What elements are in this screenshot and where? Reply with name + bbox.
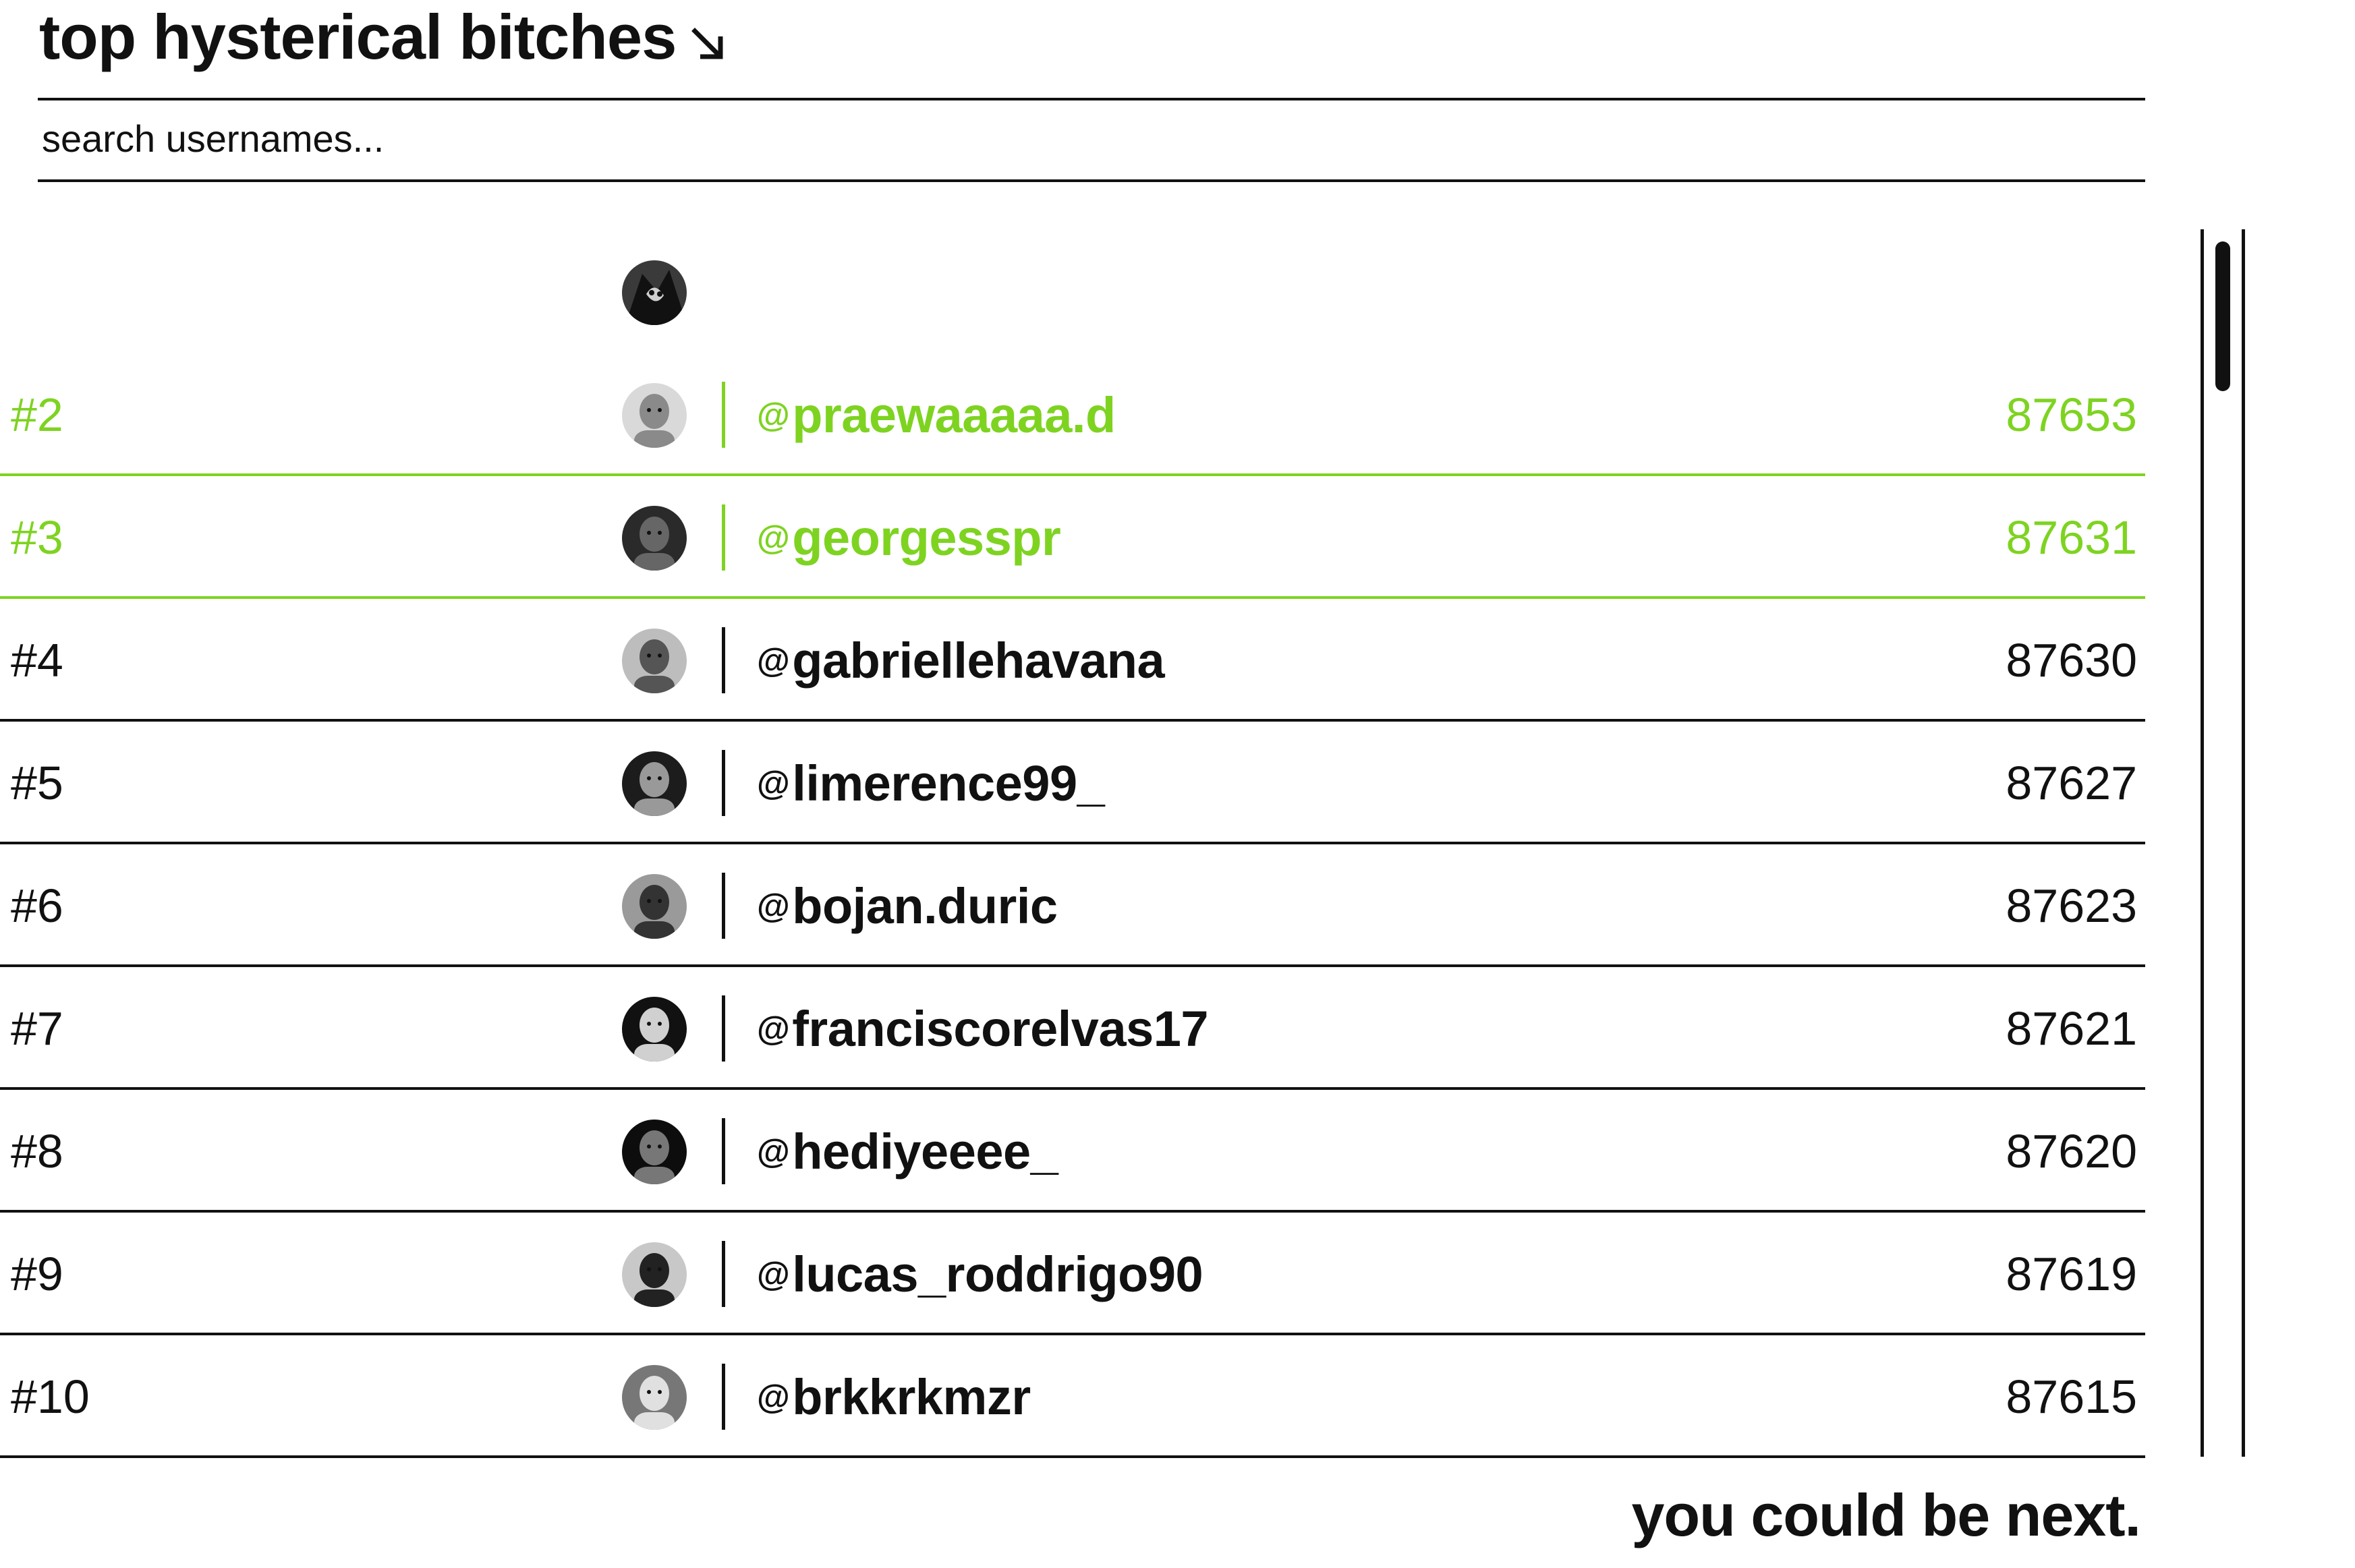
- avatar[interactable]: [622, 997, 687, 1062]
- rank-label: #9: [11, 1248, 63, 1300]
- search-input[interactable]: [39, 101, 2149, 175]
- footer-tagline: you could be next.: [1631, 1482, 2141, 1548]
- avatar[interactable]: [622, 1242, 687, 1307]
- username-text: bojan.duric: [792, 877, 1058, 934]
- username-text: franciscorelvas17: [792, 1000, 1209, 1057]
- leaderboard-row[interactable]: #10 @ brkkrkmzr 87615: [0, 1335, 2145, 1458]
- avatar[interactable]: [622, 383, 687, 448]
- avatar[interactable]: [622, 506, 687, 571]
- at-symbol-icon: @: [757, 396, 790, 434]
- avatar-image-icon: [622, 874, 687, 939]
- row-separator: [0, 1455, 2145, 1458]
- avatar-image-icon: [622, 997, 687, 1062]
- username-link[interactable]: @ brkkrkmzr: [757, 1335, 1031, 1458]
- username-link[interactable]: @ gabriellehavana: [757, 599, 1165, 722]
- username-text: georgesspr: [792, 509, 1061, 566]
- row-divider: [722, 873, 725, 939]
- at-symbol-icon: @: [757, 519, 790, 556]
- score-value: 87621: [2006, 1002, 2137, 1055]
- leaderboard-row[interactable]: #5 @ limerence99_ 87627: [0, 722, 2145, 844]
- score-value: 87631: [2006, 511, 2137, 564]
- score-value: 87653: [2006, 388, 2137, 441]
- row-divider: [722, 1241, 725, 1307]
- score-value: 87620: [2006, 1125, 2137, 1178]
- at-symbol-icon: @: [757, 1378, 790, 1416]
- at-symbol-icon: @: [757, 1010, 790, 1047]
- score-value: 87630: [2006, 634, 2137, 687]
- username-text: gabriellehavana: [792, 632, 1165, 689]
- search-top-rule: [38, 98, 2145, 100]
- leaderboard-row[interactable]: #7 @ franciscorelvas17 87621: [0, 967, 2145, 1090]
- avatar[interactable]: [622, 260, 687, 325]
- rank-label: #2: [11, 388, 63, 441]
- row-divider: [722, 750, 725, 816]
- avatar[interactable]: [622, 1365, 687, 1430]
- score-value: 87623: [2006, 879, 2137, 932]
- leaderboard-row[interactable]: #2 @ praewaaaaa.d 87653: [0, 353, 2145, 476]
- row-divider: [722, 995, 725, 1062]
- rank-label: #6: [11, 879, 63, 932]
- avatar[interactable]: [622, 751, 687, 816]
- username-link[interactable]: @ bojan.duric: [757, 844, 1058, 967]
- leaderboard-row[interactable]: #3 @ georgesspr 87631: [0, 476, 2145, 599]
- username-text: limerence99_: [792, 755, 1105, 811]
- page-title-text: top hysterical bitches: [39, 1, 677, 72]
- scrollbar-thumb[interactable]: [2215, 241, 2230, 391]
- score-value: 87627: [2006, 757, 2137, 809]
- scrollbar-track[interactable]: [2201, 229, 2245, 1457]
- username-link[interactable]: @ praewaaaaa.d: [757, 353, 1116, 476]
- rank-label: #4: [11, 634, 63, 687]
- leaderboard-row[interactable]: #6 @ bojan.duric 87623: [0, 844, 2145, 967]
- username-text: hediyeeee_: [792, 1123, 1058, 1180]
- row-divider: [722, 1364, 725, 1430]
- username-link[interactable]: @ lucas_roddrigo90: [757, 1213, 1203, 1335]
- username-link[interactable]: @ franciscorelvas17: [757, 967, 1209, 1090]
- at-symbol-icon: @: [757, 764, 790, 802]
- username-link[interactable]: @ georgesspr: [757, 476, 1061, 599]
- rank-label: #3: [11, 511, 63, 564]
- username-link[interactable]: @ hediyeeee_: [757, 1090, 1058, 1213]
- avatar[interactable]: [622, 874, 687, 939]
- avatar-image-icon: [622, 1242, 687, 1307]
- arrow-down-right-icon: [691, 28, 723, 59]
- at-symbol-icon: @: [757, 1255, 790, 1293]
- username-text: lucas_roddrigo90: [792, 1246, 1203, 1302]
- rank-label: #8: [11, 1125, 63, 1178]
- avatar-image-icon: [622, 260, 687, 325]
- username-text: praewaaaaa.d: [792, 386, 1116, 443]
- row-divider: [722, 627, 725, 693]
- avatar-image-icon: [622, 383, 687, 448]
- row-divider: [722, 504, 725, 571]
- rank-label: #7: [11, 1002, 63, 1055]
- avatar-image-icon: [622, 1120, 687, 1184]
- at-symbol-icon: @: [757, 641, 790, 679]
- row-divider: [722, 382, 725, 448]
- rank-label: #5: [11, 757, 63, 809]
- leaderboard-row[interactable]: #9 @ lucas_roddrigo90 87619: [0, 1213, 2145, 1335]
- score-value: 87615: [2006, 1370, 2137, 1423]
- avatar[interactable]: [622, 629, 687, 693]
- avatar-image-icon: [622, 751, 687, 816]
- rank-label: #10: [11, 1370, 90, 1423]
- leaderboard-row[interactable]: #8 @ hediyeeee_ 87620: [0, 1090, 2145, 1213]
- at-symbol-icon: @: [757, 887, 790, 925]
- avatar[interactable]: [622, 1120, 687, 1184]
- avatar-image-icon: [622, 1365, 687, 1430]
- score-value: 87619: [2006, 1248, 2137, 1300]
- avatar-image-icon: [622, 629, 687, 693]
- at-symbol-icon: @: [757, 1132, 790, 1170]
- search-bottom-rule: [38, 179, 2145, 182]
- row-divider: [722, 1118, 725, 1184]
- username-link[interactable]: @ limerence99_: [757, 722, 1105, 844]
- avatar-image-icon: [622, 506, 687, 571]
- page-title: top hysterical bitches: [39, 0, 727, 74]
- leaderboard-row[interactable]: #4 @ gabriellehavana 87630: [0, 599, 2145, 722]
- username-text: brkkrkmzr: [792, 1368, 1031, 1425]
